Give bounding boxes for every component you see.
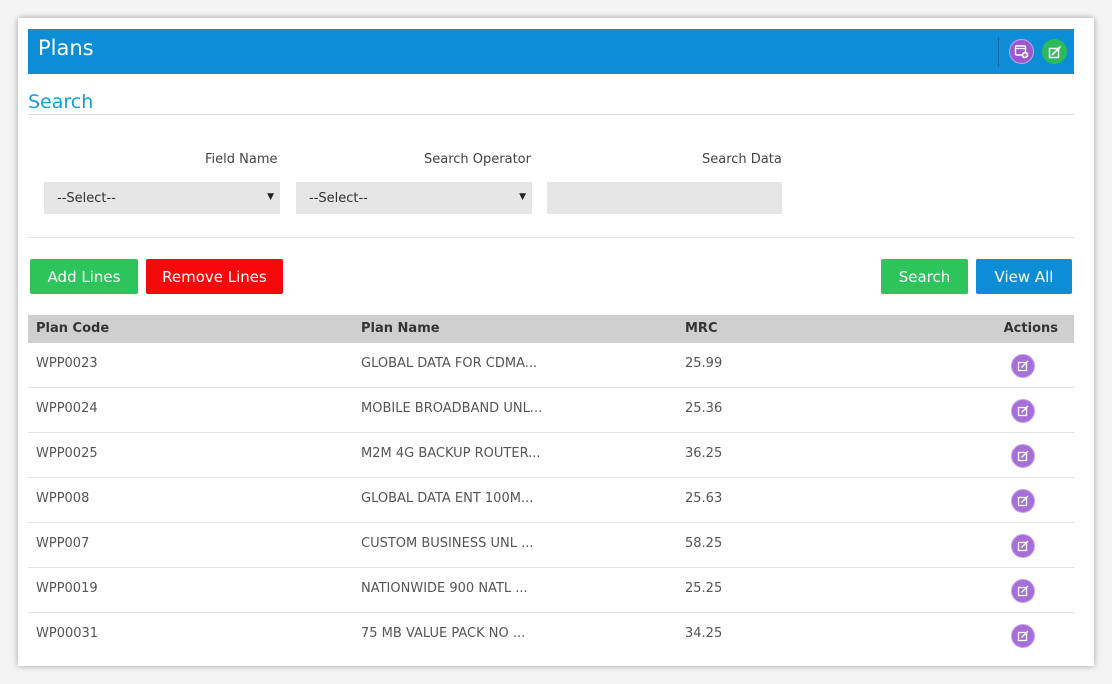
plan-code-cell: WPP008 [36, 491, 90, 506]
edit-row-button[interactable] [1011, 399, 1035, 423]
table-row: WPP0025 M2M 4G BACKUP ROUTER... 36.25 [28, 433, 1074, 478]
plan-code-cell: WPP0025 [36, 446, 98, 461]
page-title: Plans [38, 36, 94, 60]
search-divider [28, 114, 1074, 115]
edit-icon [1048, 45, 1061, 58]
edit-icon [1017, 405, 1029, 417]
table-row: WPP0019 NATIONWIDE 900 NATL ... 25.25 [28, 568, 1074, 613]
plan-name-cell: GLOBAL DATA ENT 100M... [361, 491, 534, 506]
plans-header: Plans [28, 29, 1074, 74]
plan-code-cell: WP00031 [36, 626, 99, 641]
remove-lines-button[interactable]: Remove Lines [146, 259, 283, 294]
form-divider [28, 237, 1074, 238]
search-data-label: Search Data [702, 152, 782, 167]
mrc-cell: 25.36 [685, 401, 723, 416]
header-divider [998, 37, 999, 67]
plan-name-cell: NATIONWIDE 900 NATL ... [361, 581, 528, 596]
column-header-actions: Actions [1003, 321, 1058, 336]
column-header-plan-code: Plan Code [36, 321, 110, 336]
mrc-cell: 25.99 [685, 356, 723, 371]
edit-plans-button[interactable] [1042, 39, 1067, 64]
search-operator-select[interactable]: --Select-- ▼ [296, 182, 532, 214]
table-row: WPP008 GLOBAL DATA ENT 100M... 25.63 [28, 478, 1074, 523]
plan-code-cell: WPP007 [36, 536, 90, 551]
plans-table: Plan Code Plan Name MRC Actions WPP0023 … [28, 315, 1074, 658]
edit-row-button[interactable] [1011, 534, 1035, 558]
table-row: WPP007 CUSTOM BUSINESS UNL ... 58.25 [28, 523, 1074, 568]
field-name-select[interactable]: --Select-- ▼ [44, 182, 280, 214]
plan-name-cell: GLOBAL DATA FOR CDMA... [361, 356, 538, 371]
edit-row-button[interactable] [1011, 489, 1035, 513]
table-header: Plan Code Plan Name MRC Actions [28, 315, 1074, 343]
mrc-cell: 36.25 [685, 446, 723, 461]
plan-code-cell: WPP0023 [36, 356, 98, 371]
table-row: WPP0023 GLOBAL DATA FOR CDMA... 25.99 [28, 343, 1074, 388]
dropdown-arrow-icon: ▼ [267, 192, 274, 202]
column-header-mrc: MRC [685, 321, 718, 336]
edit-icon [1017, 540, 1029, 552]
edit-icon [1017, 450, 1029, 462]
plans-panel: Plans Search Field Name Search Operator … [18, 18, 1094, 666]
mrc-cell: 34.25 [685, 626, 723, 641]
add-window-icon [1014, 45, 1029, 59]
search-operator-label: Search Operator [424, 152, 531, 167]
mrc-cell: 25.63 [685, 491, 723, 506]
table-row: WPP0024 MOBILE BROADBAND UNL... 25.36 [28, 388, 1074, 433]
edit-row-button[interactable] [1011, 354, 1035, 378]
add-plan-button[interactable] [1009, 39, 1034, 64]
add-lines-button[interactable]: Add Lines [30, 259, 138, 294]
edit-icon [1017, 585, 1029, 597]
edit-row-button[interactable] [1011, 624, 1035, 648]
mrc-cell: 58.25 [685, 536, 723, 551]
mrc-cell: 25.25 [685, 581, 723, 596]
edit-row-button[interactable] [1011, 579, 1035, 603]
edit-icon [1017, 360, 1029, 372]
edit-row-button[interactable] [1011, 444, 1035, 468]
column-header-plan-name: Plan Name [361, 321, 440, 336]
field-name-select-value: --Select-- [57, 191, 116, 206]
search-data-input[interactable] [547, 182, 782, 214]
plan-code-cell: WPP0019 [36, 581, 98, 596]
plan-name-cell: 75 MB VALUE PACK NO ... [361, 626, 526, 641]
field-name-label: Field Name [205, 152, 278, 167]
plan-name-cell: CUSTOM BUSINESS UNL ... [361, 536, 534, 551]
search-button[interactable]: Search [881, 259, 968, 294]
edit-icon [1017, 495, 1029, 507]
dropdown-arrow-icon: ▼ [519, 192, 526, 202]
plan-name-cell: MOBILE BROADBAND UNL... [361, 401, 543, 416]
search-operator-select-value: --Select-- [309, 191, 368, 206]
view-all-button[interactable]: View All [976, 259, 1072, 294]
plan-name-cell: M2M 4G BACKUP ROUTER... [361, 446, 541, 461]
plan-code-cell: WPP0024 [36, 401, 98, 416]
edit-icon [1017, 630, 1029, 642]
search-section-title: Search [28, 91, 94, 113]
table-row: WP00031 75 MB VALUE PACK NO ... 34.25 [28, 613, 1074, 658]
